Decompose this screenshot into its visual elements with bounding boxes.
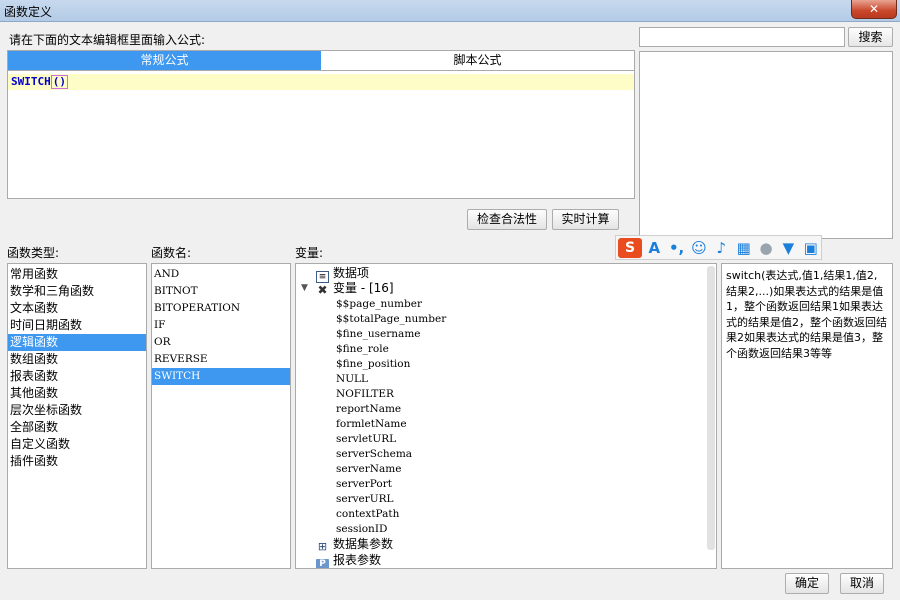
param-p-icon: P <box>316 559 329 568</box>
function-type-item[interactable]: 数组函数 <box>8 351 146 368</box>
current-line-highlight <box>8 74 634 90</box>
search-input[interactable] <box>639 27 845 47</box>
tree-item-dataset-params[interactable]: ⊞ 数据集参数 <box>316 537 393 552</box>
function-name-label: 函数名: <box>151 246 192 260</box>
emoji-icon[interactable]: ☺ <box>689 238 709 258</box>
function-type-item[interactable]: 插件函数 <box>8 453 146 470</box>
variable-item[interactable]: reportName <box>336 402 401 417</box>
variable-item[interactable]: NOFILTER <box>336 387 394 402</box>
function-name-item[interactable]: BITOPERATION <box>152 300 290 317</box>
variable-item[interactable]: serverSchema <box>336 447 412 462</box>
ok-button[interactable]: 确定 <box>785 573 829 594</box>
variable-item[interactable]: contextPath <box>336 507 399 522</box>
tree-item-dataset[interactable]: ≡ 数据项 <box>316 266 369 283</box>
function-type-list[interactable]: 常用函数 数学和三角函数 文本函数 时间日期函数 逻辑函数 数组函数 报表函数 其他函数 层次坐… <box>7 263 147 569</box>
formula-function: SWITCH <box>11 75 51 88</box>
function-type-item[interactable]: 其他函数 <box>8 385 146 402</box>
tree-item-variables[interactable]: ✖ 变量 - [16] <box>316 281 393 297</box>
description-panel: switch(表达式,值1,结果1,值2,结果2,...)如果表达式的结果是值1… <box>721 263 893 569</box>
function-type-item[interactable]: 层次坐标函数 <box>8 402 146 419</box>
function-name-item[interactable]: AND <box>152 266 290 283</box>
editor-prompt: 请在下面的文本编辑框里面输入公式: <box>9 33 206 47</box>
function-name-item[interactable]: REVERSE <box>152 351 290 368</box>
function-type-item[interactable]: 文本函数 <box>8 300 146 317</box>
variable-item[interactable]: $$totalPage_number <box>336 312 446 327</box>
function-type-item[interactable]: 常用函数 <box>8 266 146 283</box>
expand-arrow-icon[interactable]: ▼ <box>301 283 308 293</box>
variable-item[interactable]: serverName <box>336 462 401 477</box>
function-type-item[interactable]: 数学和三角函数 <box>8 283 146 300</box>
keyboard-icon[interactable]: ▦ <box>734 238 754 258</box>
variable-item[interactable]: formletName <box>336 417 407 432</box>
variable-item[interactable]: serverURL <box>336 492 394 507</box>
grid-icon[interactable]: ▣ <box>801 238 821 258</box>
punctuation-icon[interactable]: •, <box>666 238 686 258</box>
formula-tabs: 常规公式 脚本公式 <box>7 50 635 71</box>
variable-item[interactable]: $$page_number <box>336 297 422 312</box>
function-type-item[interactable]: 全部函数 <box>8 419 146 436</box>
window-title: 函数定义 <box>4 5 53 19</box>
tab-script-formula[interactable]: 脚本公式 <box>321 51 634 70</box>
skin-icon[interactable]: ▼ <box>778 238 798 258</box>
realtime-calc-button[interactable]: 实时计算 <box>552 209 619 230</box>
font-icon[interactable]: A <box>644 238 664 258</box>
variable-item[interactable]: $fine_username <box>336 327 421 342</box>
ime-toolbar: S A •, ☺ ♪ ▦ ● ▼ ▣ <box>615 235 822 260</box>
tree-item-report-params[interactable]: P 报表参数 <box>316 553 381 568</box>
function-description: switch(表达式,值1,结果1,值2,结果2,...)如果表达式的结果是值1… <box>726 269 887 360</box>
dataset-param-icon: ⊞ <box>317 540 328 553</box>
cancel-button[interactable]: 取消 <box>840 573 884 594</box>
tree-scrollbar[interactable] <box>707 266 715 550</box>
variable-item[interactable]: NULL <box>336 372 368 387</box>
variable-item[interactable]: servletURL <box>336 432 396 447</box>
formula-text: SWITCH() <box>11 74 68 90</box>
function-name-item[interactable]: IF <box>152 317 290 334</box>
search-button[interactable]: 搜索 <box>848 27 893 47</box>
user-icon[interactable]: ● <box>756 238 776 258</box>
check-validity-button[interactable]: 检查合法性 <box>467 209 547 230</box>
close-button[interactable]: ✕ <box>851 0 897 19</box>
function-type-item[interactable]: 时间日期函数 <box>8 317 146 334</box>
function-name-list[interactable]: AND BITNOT BITOPERATION IF OR REVERSE SWITCH <box>151 263 291 569</box>
variable-item[interactable]: sessionID <box>336 522 387 537</box>
variable-item[interactable]: $fine_role <box>336 342 389 357</box>
variable-item[interactable]: $fine_position <box>336 357 410 372</box>
variable-icon: ✖ <box>317 283 328 297</box>
function-name-item[interactable]: BITNOT <box>152 283 290 300</box>
function-type-item[interactable]: 自定义函数 <box>8 436 146 453</box>
function-type-label: 函数类型: <box>7 246 60 260</box>
title-bar: 函数定义 ✕ <box>0 0 900 22</box>
sogou-logo-icon[interactable]: S <box>618 237 643 258</box>
formula-editor[interactable]: SWITCH() <box>7 71 635 199</box>
function-type-item[interactable]: 报表函数 <box>8 368 146 385</box>
tab-regular-formula[interactable]: 常规公式 <box>8 51 321 70</box>
dialog-body: 请在下面的文本编辑框里面输入公式: 常规公式 脚本公式 SWITCH() 搜索 … <box>0 22 900 600</box>
variable-item[interactable]: serverPort <box>336 477 392 492</box>
microphone-icon[interactable]: ♪ <box>711 238 731 258</box>
variables-label: 变量: <box>295 246 324 260</box>
variable-tree[interactable]: ≡ 数据项 ▼ ✖ 变量 - [16] $$page_number $$totalPa… <box>295 263 717 569</box>
function-name-item[interactable]: SWITCH <box>152 368 290 385</box>
formula-parens: () <box>50 75 68 89</box>
function-name-item[interactable]: OR <box>152 334 290 351</box>
search-results-panel[interactable] <box>639 51 893 239</box>
function-type-item[interactable]: 逻辑函数 <box>8 334 146 351</box>
